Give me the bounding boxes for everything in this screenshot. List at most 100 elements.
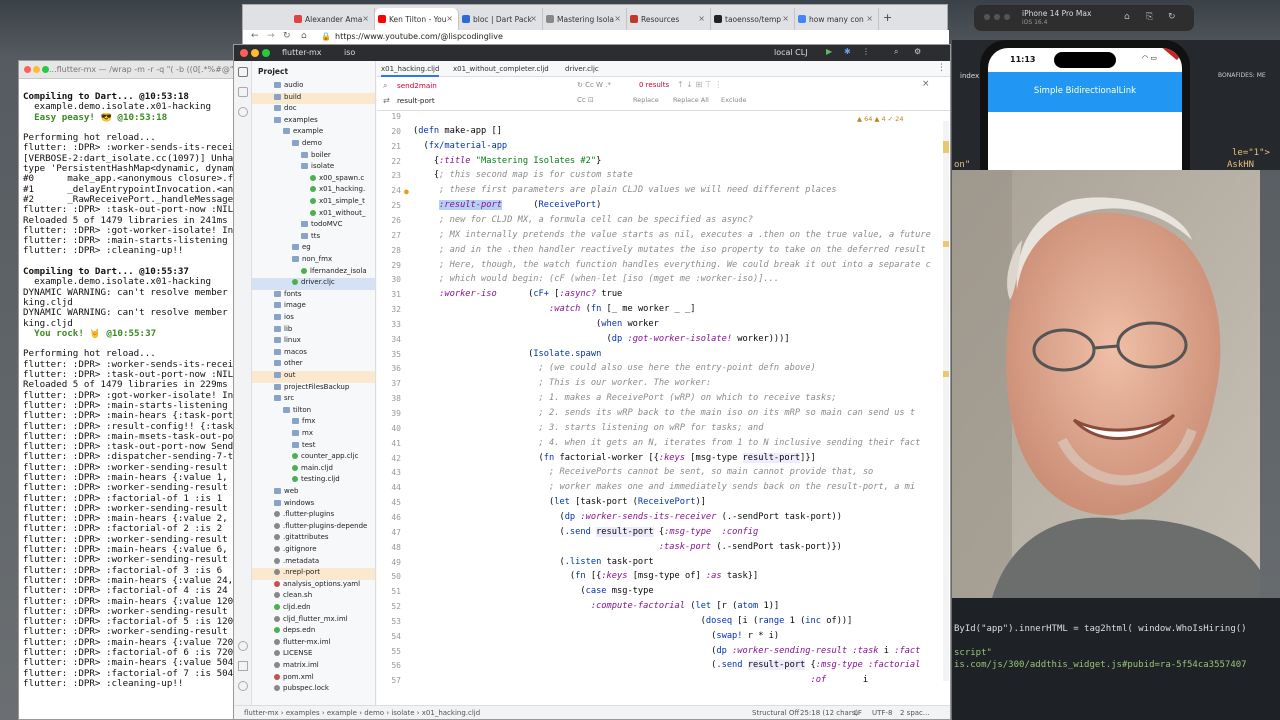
tree-file[interactable]: clean.sh (252, 591, 375, 603)
browser-tab[interactable]: bloc | Dart Pack × (459, 8, 543, 30)
tree-folder[interactable]: isolate (252, 162, 375, 174)
code-line[interactable]: ; MX internally pretends the value start… (413, 230, 931, 245)
tree-folder[interactable]: eg (252, 243, 375, 255)
sim-close-icon[interactable] (984, 14, 990, 20)
terminal-output[interactable]: Compiling to Dart... @10:53:18 example.d… (19, 79, 243, 700)
tree-file[interactable]: cljd_flutter_mx.iml (252, 615, 375, 627)
settings-icon[interactable]: ⚙ (914, 47, 921, 56)
code-line[interactable]: ; new for CLJD MX, a formula cell can be… (413, 215, 753, 230)
tree-file[interactable]: x01_simple_t (252, 197, 375, 209)
tree-file[interactable]: x01_without_ (252, 209, 375, 221)
close-tab-icon[interactable]: × (698, 14, 705, 23)
code-line[interactable]: ; 1. makes a ReceivePort (wRP) on which … (413, 393, 837, 408)
tree-folder[interactable]: example (252, 127, 375, 139)
tree-folder[interactable]: mx (252, 429, 375, 441)
tree-file[interactable]: testing.cljd (252, 475, 375, 487)
code-line[interactable]: (fx/material-app (413, 141, 507, 156)
editor-tab-driver[interactable]: driver.cljc (565, 65, 599, 73)
code-line[interactable]: :compute-factorial (let [r (atom 1)] (413, 601, 779, 616)
tree-folder[interactable]: audio (252, 81, 375, 93)
tree-file[interactable]: .flutter-plugins-depende (252, 522, 375, 534)
tree-folder[interactable]: demo (252, 139, 375, 151)
indent-setting[interactable]: 2 spac... (900, 709, 930, 717)
back-icon[interactable]: ← (251, 31, 259, 41)
code-line[interactable]: ; 2. sends its wRP back to the main iso … (413, 408, 916, 423)
code-line[interactable]: (.send result-port {:msg-type :factorial (413, 660, 920, 675)
phone-screen[interactable]: 11:13 ◠ ▭ Simple BidirectionalLink (988, 48, 1182, 180)
close-tab-icon[interactable]: × (362, 14, 369, 23)
tree-file[interactable]: counter_app.cljc (252, 452, 375, 464)
intention-bulb-icon[interactable]: ● (404, 187, 409, 196)
tree-folder[interactable]: non_fmx (252, 255, 375, 267)
replace-options[interactable]: Cc ⊡ (577, 96, 594, 104)
structural-toggle[interactable]: Structural Off (752, 709, 799, 717)
tree-folder[interactable]: image (252, 301, 375, 313)
tree-file[interactable]: driver.cljc (252, 278, 375, 290)
code-line[interactable]: (case msg-type (413, 586, 653, 601)
home-icon[interactable]: ⌂ (1124, 12, 1130, 22)
tree-folder[interactable]: src (252, 394, 375, 406)
code-line[interactable]: :task-port (.-sendPort task-port)}) (413, 542, 842, 557)
services-icon[interactable] (238, 641, 248, 651)
reload-icon[interactable]: ↻ (283, 31, 291, 41)
close-find-icon[interactable]: × (922, 79, 930, 89)
code-line[interactable]: ; and in the .then handler reactively mu… (413, 245, 925, 260)
caret-position[interactable]: 25:18 (12 chars) (800, 709, 858, 717)
code-line[interactable]: ; worker makes one and immediately sends… (413, 482, 915, 497)
commit-icon[interactable] (238, 87, 248, 97)
tree-file[interactable]: main.cljd (252, 464, 375, 476)
code-line[interactable]: (defn make-app [] (413, 126, 502, 141)
inspection-widget[interactable]: ▲ 64 ▲ 4 ✓ 24 (857, 115, 903, 123)
branch-name[interactable]: iso (344, 48, 355, 57)
close-icon[interactable] (240, 49, 248, 57)
tree-file[interactable]: deps.edn (252, 626, 375, 638)
close-icon[interactable] (24, 66, 31, 73)
terminal-window[interactable]: ...flutter-mx — /wrap -m -r -q "( -b ((0… (18, 60, 244, 720)
editor-scrollbar[interactable] (943, 121, 949, 681)
url-text[interactable]: https://www.youtube.com/@lispcodinglive (335, 32, 503, 41)
tab-menu-icon[interactable]: ⋮ (937, 63, 946, 73)
tree-file[interactable]: .metadata (252, 557, 375, 569)
tree-folder[interactable]: build (252, 92, 375, 105)
browser-tab[interactable]: taoensso/temp × (711, 8, 795, 30)
code-line[interactable]: (fn [{:keys [msg-type of] :as task}] (413, 571, 758, 586)
minimize-icon[interactable] (251, 49, 259, 57)
code-line[interactable]: (when worker (413, 319, 659, 334)
tree-folder[interactable]: linux (252, 336, 375, 348)
tree-file[interactable]: lfernandez_isola (252, 267, 375, 279)
tree-folder[interactable]: test (252, 441, 375, 453)
tree-folder[interactable]: examples (252, 116, 375, 128)
tree-file[interactable]: .gitattributes (252, 533, 375, 545)
replace-button[interactable]: Replace (633, 96, 659, 104)
tree-folder[interactable]: fmx (252, 417, 375, 429)
close-tab-icon[interactable]: × (866, 14, 873, 23)
code-line[interactable]: ; 4. when it gets an N, iterates from 1 … (413, 438, 921, 453)
tree-file[interactable]: pubspec.lock (252, 684, 375, 696)
problems-icon[interactable] (238, 681, 248, 691)
search-icon[interactable]: ⌕ (894, 47, 898, 57)
tree-folder[interactable]: projectFilesBackup (252, 383, 375, 395)
code-line[interactable]: (.send result-port {:msg-type :config (413, 526, 758, 542)
close-tab-icon[interactable]: × (530, 14, 537, 23)
code-line[interactable]: ; 3. starts listening on wRP for tasks; … (413, 423, 764, 438)
background-tab-bonafides[interactable]: BONAFIDES: ME (1218, 72, 1266, 79)
regex-options[interactable]: ↻ Cc W .* (577, 81, 611, 89)
code-line[interactable]: {:title "Mastering Isolates #2"} (413, 156, 601, 171)
sim-minimize-icon[interactable] (994, 14, 1000, 20)
project-name[interactable]: flutter-mx (282, 48, 322, 57)
code-line[interactable]: (dp :worker-sends-its-receiver (.-sendPo… (413, 512, 841, 527)
debug-icon[interactable]: ✱ (844, 47, 851, 56)
code-line[interactable]: ; Here, though, the watch function handl… (413, 260, 931, 275)
file-encoding[interactable]: UTF-8 (872, 709, 892, 717)
code-line[interactable]: (dp :worker-sending-result :task i :fact (413, 646, 920, 661)
browser-tab[interactable]: Alexander Ama × (291, 8, 375, 30)
zoom-icon[interactable] (42, 66, 49, 73)
code-line[interactable]: (dp :got-worker-isolate! worker)))] (413, 334, 790, 349)
address-bar[interactable]: ← → ↻ ⌂ 🔒 https://www.youtube.com/@lispc… (243, 30, 949, 45)
more-icon[interactable]: ⋮ (862, 47, 870, 56)
zoom-icon[interactable] (262, 49, 270, 57)
browser-tab[interactable]: Resources × (627, 8, 711, 30)
tree-folder[interactable]: macos (252, 348, 375, 360)
code-line[interactable]: ; This is our worker. The worker: (413, 378, 712, 393)
screenshot-icon[interactable]: ⎘ (1146, 12, 1153, 22)
